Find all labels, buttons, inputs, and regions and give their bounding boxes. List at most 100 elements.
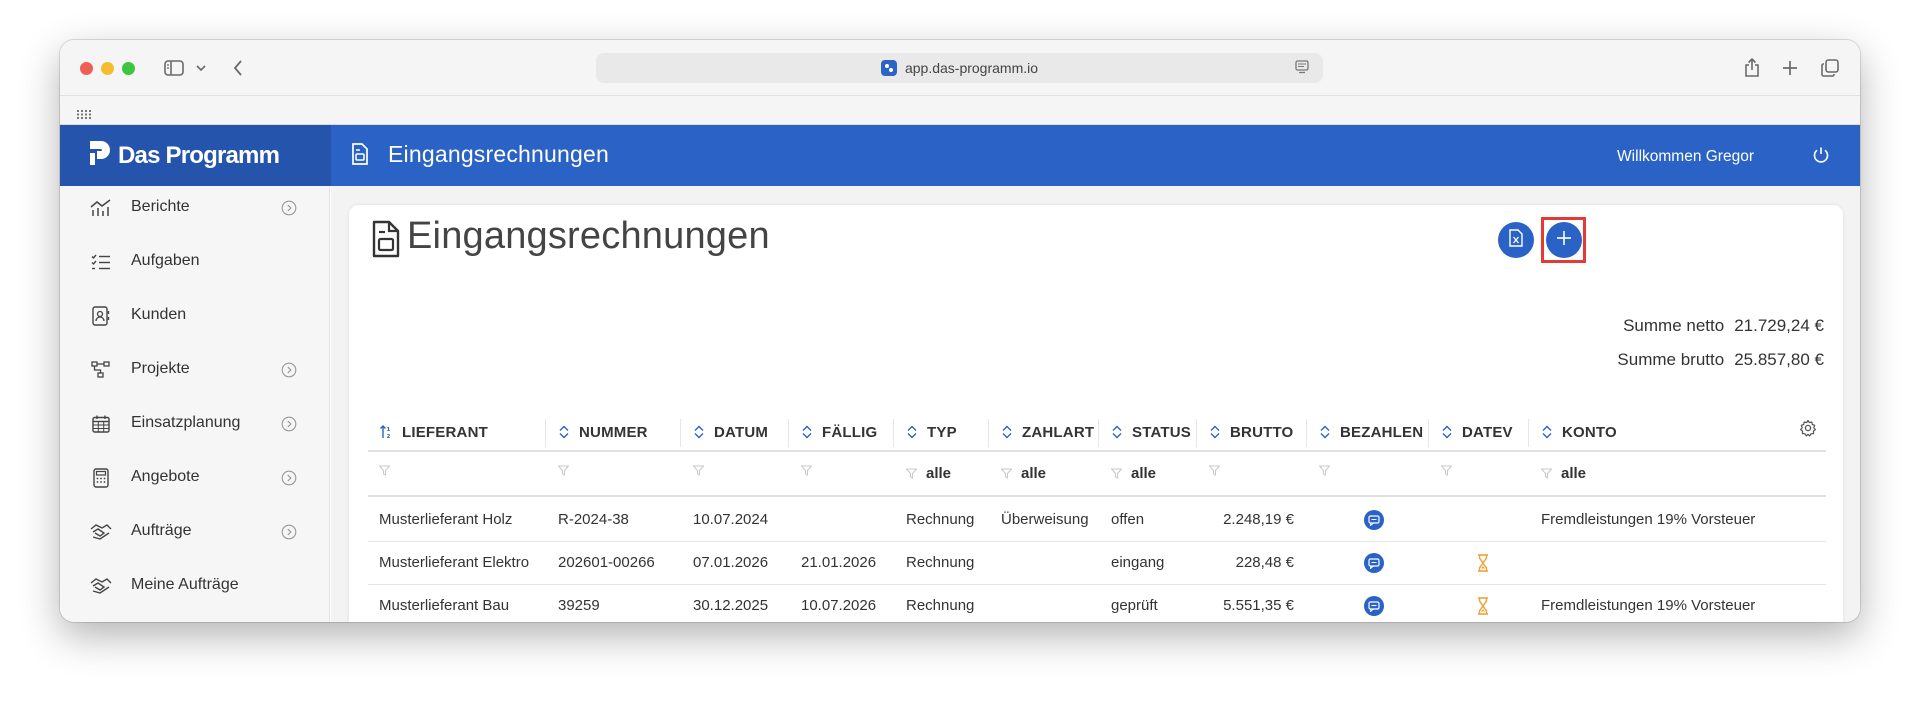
export-excel-button[interactable] xyxy=(1498,222,1534,258)
filter-typ[interactable]: alle xyxy=(906,465,951,482)
sidebar-item-label: Einsatzplanung xyxy=(131,414,241,431)
logout-power-icon[interactable] xyxy=(1812,146,1830,169)
sort-icon[interactable] xyxy=(1541,425,1553,439)
column-divider xyxy=(1306,419,1307,447)
sort-icon[interactable] xyxy=(558,425,570,439)
sidebar-toggle-icon[interactable] xyxy=(162,56,186,80)
table-row[interactable]: Musterlieferant Holz R-2024-38 10.07.202… xyxy=(368,499,1826,542)
table-row[interactable]: Musterlieferant Bau 39259 30.12.2025 10.… xyxy=(368,585,1826,622)
column-header-bezahlen[interactable]: BEZAHLEN xyxy=(1319,413,1423,451)
sort-icon[interactable] xyxy=(801,425,813,439)
filter-faellig[interactable] xyxy=(801,465,821,476)
column-header-datum[interactable]: DATUM xyxy=(693,413,768,451)
sidebar-item-kunden[interactable]: Kunden xyxy=(60,294,330,338)
filter-icon xyxy=(1319,465,1330,476)
sort-icon[interactable] xyxy=(906,425,918,439)
new-tab-icon[interactable] xyxy=(1781,56,1799,80)
filter-datev[interactable] xyxy=(1441,465,1461,476)
filter-icon xyxy=(558,465,569,476)
close-window-button[interactable] xyxy=(80,62,93,75)
sum-brutto-label: Summe brutto xyxy=(1617,350,1725,369)
checklist-icon xyxy=(90,252,112,272)
filter-bezahlen[interactable] xyxy=(1319,465,1339,476)
sort-icon[interactable] xyxy=(693,425,705,439)
column-header-zahlart[interactable]: ZAHLART xyxy=(1001,413,1094,451)
sort-icon[interactable] xyxy=(1441,425,1453,439)
hourglass-icon xyxy=(1477,554,1489,577)
chevron-down-icon[interactable] xyxy=(195,56,207,80)
sort-icon[interactable] xyxy=(1111,425,1123,439)
table-row[interactable]: Musterlieferant Elektro 202601-00266 07.… xyxy=(368,542,1826,585)
filter-icon xyxy=(1111,468,1122,479)
pay-chat-icon[interactable] xyxy=(1364,510,1384,530)
table-filter-row: alle alle alle alle xyxy=(368,452,1826,497)
column-header-brutto[interactable]: BRUTTO xyxy=(1209,413,1293,451)
filter-nummer[interactable] xyxy=(558,465,578,476)
cell-lieferant: Musterlieferant Holz xyxy=(379,511,513,528)
column-divider xyxy=(988,419,989,447)
calculator-icon xyxy=(90,468,112,488)
pay-chat-icon[interactable] xyxy=(1364,553,1384,573)
pay-chat-icon[interactable] xyxy=(1364,596,1384,616)
table-settings-gear-icon[interactable] xyxy=(1799,419,1817,442)
column-header-lieferant[interactable]: 12 LIEFERANT xyxy=(379,413,488,451)
chevron-right-icon[interactable] xyxy=(281,416,297,432)
column-header-konto[interactable]: KONTO xyxy=(1541,413,1617,451)
minimize-window-button[interactable] xyxy=(101,62,114,75)
filter-datum[interactable] xyxy=(693,465,713,476)
filter-brutto[interactable] xyxy=(1209,465,1229,476)
sidebar-item-aufgaben[interactable]: Aufgaben xyxy=(60,240,330,284)
column-label: STATUS xyxy=(1132,423,1191,441)
sort-ascending-icon[interactable]: 12 xyxy=(379,425,393,439)
apps-grid-icon[interactable] xyxy=(77,106,91,124)
column-header-datev[interactable]: DATEV xyxy=(1441,413,1513,451)
filter-lieferant[interactable] xyxy=(379,465,399,476)
document-icon xyxy=(351,143,369,170)
column-divider xyxy=(680,419,681,447)
sidebar-item-berichte[interactable]: Berichte xyxy=(60,186,330,230)
hierarchy-icon xyxy=(90,360,112,380)
sort-icon[interactable] xyxy=(1319,425,1331,439)
chevron-right-icon[interactable] xyxy=(281,524,297,540)
reader-icon[interactable] xyxy=(1295,60,1309,77)
column-header-faellig[interactable]: FÄLLIG xyxy=(801,413,877,451)
page-title: Eingangsrechnungen xyxy=(407,215,770,257)
sum-brutto-value: 25.857,80 € xyxy=(1734,350,1824,369)
chevron-right-icon[interactable] xyxy=(281,470,297,486)
sort-icon[interactable] xyxy=(1001,425,1013,439)
cell-typ: Rechnung xyxy=(906,554,975,571)
column-label: DATEV xyxy=(1462,423,1513,441)
brand-logo[interactable]: Das Programm xyxy=(60,125,331,186)
cell-datum: 30.12.2025 xyxy=(693,597,769,614)
zoom-window-button[interactable] xyxy=(122,62,135,75)
filter-zahlart[interactable]: alle xyxy=(1001,465,1046,482)
cell-nummer: 202601-00266 xyxy=(558,554,655,571)
column-header-nummer[interactable]: NUMMER xyxy=(558,413,648,451)
sidebar-item-auftraege[interactable]: Aufträge xyxy=(60,510,330,554)
column-divider xyxy=(788,419,789,447)
column-divider xyxy=(893,419,894,447)
filter-status[interactable]: alle xyxy=(1111,465,1156,482)
sidebar-item-angebote[interactable]: Angebote xyxy=(60,456,330,500)
sidebar-item-einsatzplanung[interactable]: Einsatzplanung xyxy=(60,402,330,446)
share-icon[interactable] xyxy=(1742,56,1762,80)
column-header-typ[interactable]: TYP xyxy=(906,413,957,451)
column-divider xyxy=(1098,419,1099,447)
address-url: app.das-programm.io xyxy=(904,60,1039,76)
column-label: BEZAHLEN xyxy=(1340,423,1424,441)
sidebar-item-meine-auftraege[interactable]: Meine Aufträge xyxy=(60,564,330,608)
filter-value: alle xyxy=(1561,465,1587,482)
back-icon[interactable] xyxy=(230,56,246,80)
cell-status: geprüft xyxy=(1111,597,1158,614)
tab-overview-icon[interactable] xyxy=(1820,56,1840,80)
filter-icon xyxy=(1209,465,1220,476)
chevron-right-icon[interactable] xyxy=(281,362,297,378)
sort-icon[interactable] xyxy=(1209,425,1221,439)
chevron-right-icon[interactable] xyxy=(281,200,297,216)
column-header-status[interactable]: STATUS xyxy=(1111,413,1191,451)
address-bar[interactable]: app.das-programm.io xyxy=(596,53,1323,83)
column-label: LIEFERANT xyxy=(402,423,488,441)
cell-brutto: 228,48 € xyxy=(1235,554,1294,571)
filter-konto[interactable]: alle xyxy=(1541,465,1586,482)
sidebar-item-projekte[interactable]: Projekte xyxy=(60,348,330,392)
